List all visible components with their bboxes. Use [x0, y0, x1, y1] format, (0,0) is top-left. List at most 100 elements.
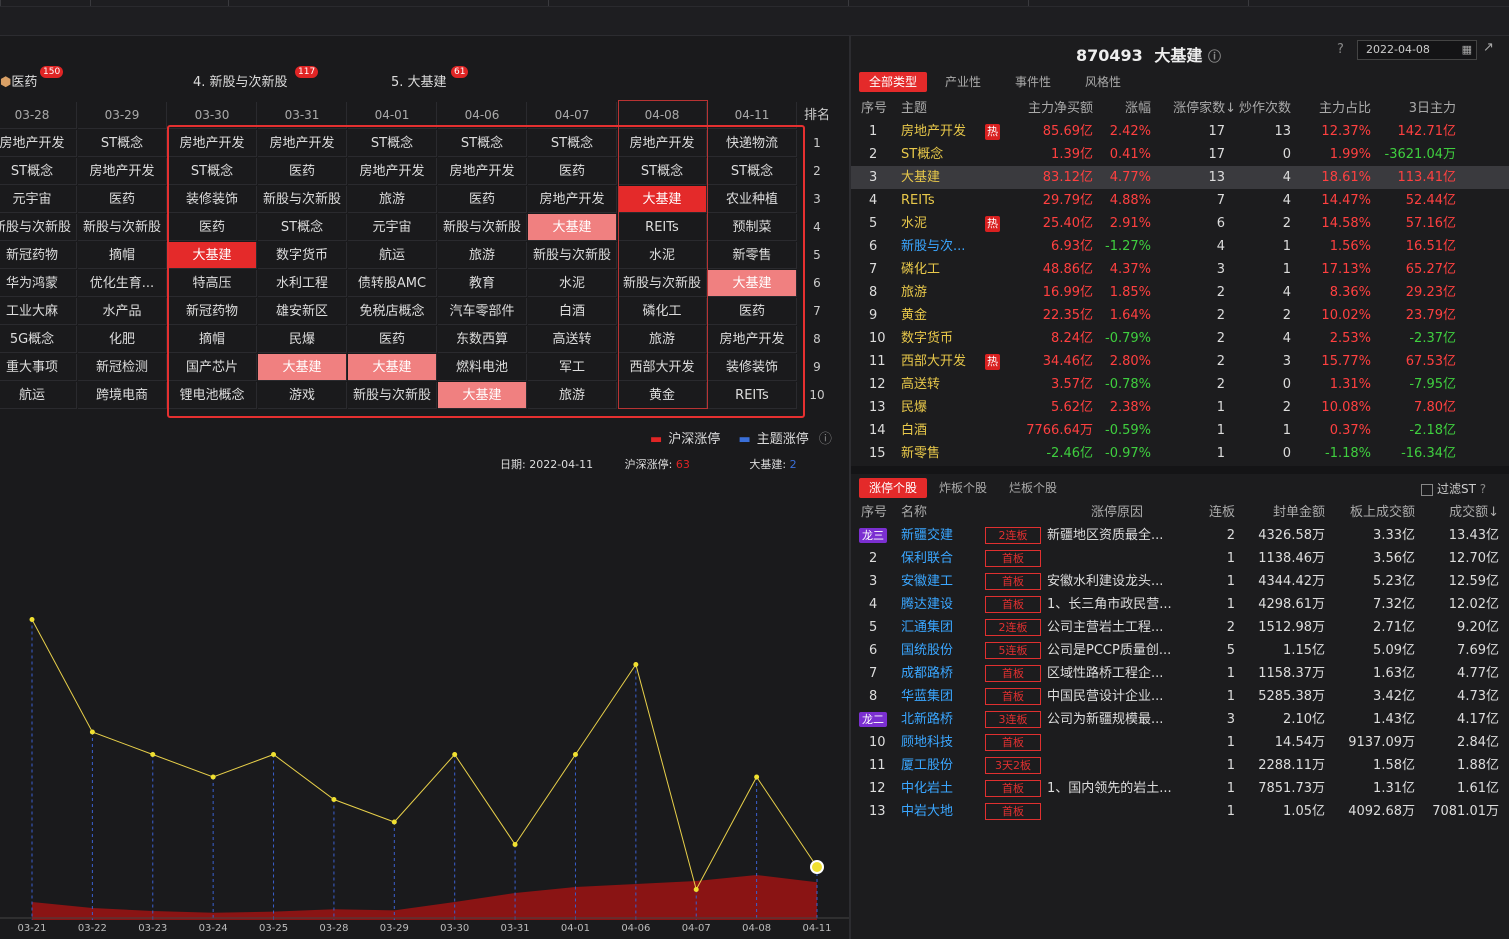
- stock-name[interactable]: 安徽建工: [901, 570, 953, 593]
- data-point[interactable]: [331, 797, 337, 802]
- theme-row[interactable]: 10 数字货币 8.24亿 -0.79% 2 4 2.53% -2.37亿: [851, 327, 1509, 350]
- stock-row[interactable]: 龙三 新疆交建 2连板 新疆地区资质最全... 2 4326.58万 3.33亿 13.43亿: [851, 524, 1509, 547]
- stock-row[interactable]: 5 汇通集团 2连板 公司主营岩土工程... 2 1512.98万 2.71亿 9.20亿: [851, 616, 1509, 639]
- stock-row[interactable]: 11 厦工股份 3天2板 1 2288.11万 1.58亿 1.88亿: [851, 754, 1509, 777]
- stock-row[interactable]: 4 腾达建设 首板 1、长三角市政民营... 1 4298.61万 7.32亿 12.02亿: [851, 593, 1509, 616]
- stock-name[interactable]: 腾达建设: [901, 593, 953, 616]
- column-header[interactable]: 序号: [861, 502, 887, 524]
- date-header[interactable]: 03-28: [0, 102, 77, 129]
- grid-cell[interactable]: 房地产开发: [0, 130, 77, 157]
- stock-name[interactable]: 华蓝集团: [901, 685, 953, 708]
- theme-row[interactable]: 4 REITs 29.79亿 4.88% 7 4 14.47% 52.44亿: [851, 189, 1509, 212]
- column-header[interactable]: 板上成交额: [1350, 502, 1415, 524]
- stock-row[interactable]: 3 安徽建工 首板 安徽水利建设龙头... 1 4344.42万 5.23亿 12.59亿: [851, 570, 1509, 593]
- theme-row[interactable]: 5 水泥 25.40亿 2.91% 6 2 14.58% 57.16亿 热: [851, 212, 1509, 235]
- stock-name[interactable]: 厦工股份: [901, 754, 953, 777]
- column-header[interactable]: 涨停原因: [1091, 502, 1143, 524]
- stock-row[interactable]: 13 中岩大地 首板 1 1.05亿 4092.68万 7081.01万: [851, 800, 1509, 823]
- calendar-icon[interactable]: ▦: [1462, 41, 1472, 59]
- grid-cell[interactable]: 华为鸿蒙: [0, 270, 77, 297]
- data-point[interactable]: [693, 887, 699, 892]
- stock-row[interactable]: 龙二 北新路桥 3连板 公司为新疆规模最... 3 2.10亿 1.43亿 4.17亿: [851, 708, 1509, 731]
- grid-cell[interactable]: ST概念: [78, 130, 167, 157]
- stock-row[interactable]: 8 华蓝集团 首板 中国民营设计企业... 1 5285.38万 3.42亿 4.73亿: [851, 685, 1509, 708]
- theme-row[interactable]: 2 ST概念 1.39亿 0.41% 17 0 1.99% -3621.04万: [851, 143, 1509, 166]
- grid-cell[interactable]: 跨境电商: [78, 382, 167, 409]
- grid-cell[interactable]: 工业大麻: [0, 298, 77, 325]
- grid-cell[interactable]: ST概念: [0, 158, 77, 185]
- help-icon[interactable]: ⓘ: [819, 432, 832, 447]
- column-header[interactable]: 涨停家数↓: [1173, 98, 1236, 120]
- tab-item[interactable]: 全部类型: [859, 72, 928, 92]
- column-header[interactable]: 主题: [901, 98, 927, 120]
- theme-row[interactable]: 15 新零售 -2.46亿 -0.97% 1 0 -1.18% -16.34亿: [851, 442, 1509, 465]
- tab-item[interactable]: 烂板个股: [999, 478, 1067, 498]
- data-point[interactable]: [150, 752, 156, 757]
- stock-name[interactable]: 中岩大地: [901, 800, 953, 823]
- column-header[interactable]: 炒作次数: [1239, 98, 1291, 120]
- theme-row[interactable]: 9 黄金 22.35亿 1.64% 2 2 10.02% 23.79亿: [851, 304, 1509, 327]
- data-point[interactable]: [633, 662, 639, 667]
- theme-row[interactable]: 3 大基建 83.12亿 4.77% 13 4 18.61% 113.41亿: [851, 166, 1509, 189]
- stock-row[interactable]: 2 保利联合 首板 1 1138.46万 3.56亿 12.70亿: [851, 547, 1509, 570]
- grid-cell[interactable]: 新股与次新股: [0, 214, 77, 241]
- data-point[interactable]: [271, 752, 277, 757]
- grid-cell[interactable]: 新股与次新股: [78, 214, 167, 241]
- stock-name[interactable]: 国统股份: [901, 639, 953, 662]
- data-point[interactable]: [210, 774, 216, 780]
- data-point[interactable]: [452, 752, 458, 757]
- stock-name[interactable]: 北新路桥: [901, 708, 953, 731]
- grid-cell[interactable]: 水产品: [78, 298, 167, 325]
- grid-cell[interactable]: 摘帽: [78, 242, 167, 269]
- grid-cell[interactable]: 元宇宙: [0, 186, 77, 213]
- data-point[interactable]: [29, 617, 35, 622]
- tab-item[interactable]: 风格性: [1075, 72, 1131, 92]
- stock-row[interactable]: 12 中化岩土 首板 1、国内领先的岩土... 1 7851.73万 1.31亿 1.61亿: [851, 777, 1509, 800]
- stock-name[interactable]: 新疆交建: [901, 524, 953, 547]
- theme-row[interactable]: 14 白酒 7766.64万 -0.59% 1 1 0.37% -2.18亿: [851, 419, 1509, 442]
- stock-row[interactable]: 6 国统股份 5连板 公司是PCCP质量创... 5 1.15亿 5.09亿 7.69亿: [851, 639, 1509, 662]
- stock-row[interactable]: 10 顾地科技 首板 1 14.54万 9137.09万 2.84亿: [851, 731, 1509, 754]
- column-header[interactable]: 主力占比: [1319, 98, 1371, 120]
- tab-item[interactable]: 产业性: [935, 72, 991, 92]
- column-header[interactable]: 涨幅: [1125, 98, 1151, 120]
- grid-cell[interactable]: 优化生育...: [78, 270, 167, 297]
- grid-cell[interactable]: 新冠检测: [78, 354, 167, 381]
- grid-cell[interactable]: 新冠药物: [0, 242, 77, 269]
- data-point[interactable]: [512, 842, 518, 847]
- theme-row[interactable]: 12 高送转 3.57亿 -0.78% 2 0 1.31% -7.95亿: [851, 373, 1509, 396]
- data-point[interactable]: [89, 729, 95, 735]
- column-header[interactable]: 连板: [1209, 502, 1235, 524]
- grid-cell[interactable]: 航运: [0, 382, 77, 409]
- info-icon[interactable]: ⓘ: [1208, 50, 1221, 65]
- theme-row[interactable]: 13 民爆 5.62亿 2.38% 1 2 10.08% 7.80亿: [851, 396, 1509, 419]
- stock-name[interactable]: 成都路桥: [901, 662, 953, 685]
- export-icon[interactable]: ↗: [1483, 40, 1494, 55]
- grid-cell[interactable]: 化肥: [78, 326, 167, 353]
- theme-tab-2[interactable]: 5. 大基建 61: [391, 66, 469, 90]
- stock-name[interactable]: 保利联合: [901, 547, 953, 570]
- data-point[interactable]: [572, 752, 578, 757]
- column-header[interactable]: 序号: [861, 98, 887, 120]
- stock-name[interactable]: 顾地科技: [901, 731, 953, 754]
- stock-name[interactable]: 汇通集团: [901, 616, 953, 639]
- help-icon[interactable]: ?: [1337, 42, 1344, 57]
- date-header[interactable]: 03-29: [78, 102, 167, 129]
- stock-name[interactable]: 中化岩土: [901, 777, 953, 800]
- stock-row[interactable]: 7 成都路桥 首板 区域性路桥工程企... 1 1158.37万 1.63亿 4.77亿: [851, 662, 1509, 685]
- grid-cell[interactable]: 房地产开发: [78, 158, 167, 185]
- tab-item[interactable]: 炸板个股: [929, 478, 997, 498]
- data-point[interactable]: [810, 860, 824, 874]
- theme-tab-0[interactable]: ⬢医药 150: [0, 66, 64, 90]
- column-header[interactable]: 封单金额: [1273, 502, 1325, 524]
- column-header[interactable]: 3日主力: [1409, 98, 1456, 120]
- tab-item[interactable]: 事件性: [1005, 72, 1061, 92]
- date-picker[interactable]: 2022-04-08 ▦: [1357, 40, 1477, 60]
- column-header[interactable]: 名称: [901, 502, 927, 524]
- theme-row[interactable]: 6 新股与次... 6.93亿 -1.27% 4 1 1.56% 16.51亿: [851, 235, 1509, 258]
- theme-tab-1[interactable]: 4. 新股与次新股 117: [193, 66, 319, 90]
- theme-row[interactable]: 11 西部大开发 34.46亿 2.80% 2 3 15.77% 67.53亿 热: [851, 350, 1509, 373]
- filter-st-checkbox[interactable]: 过滤ST ?: [1421, 480, 1486, 497]
- column-header[interactable]: 成交额↓: [1449, 502, 1499, 524]
- theme-row[interactable]: 1 房地产开发 85.69亿 2.42% 17 13 12.37% 142.71亿 热: [851, 120, 1509, 143]
